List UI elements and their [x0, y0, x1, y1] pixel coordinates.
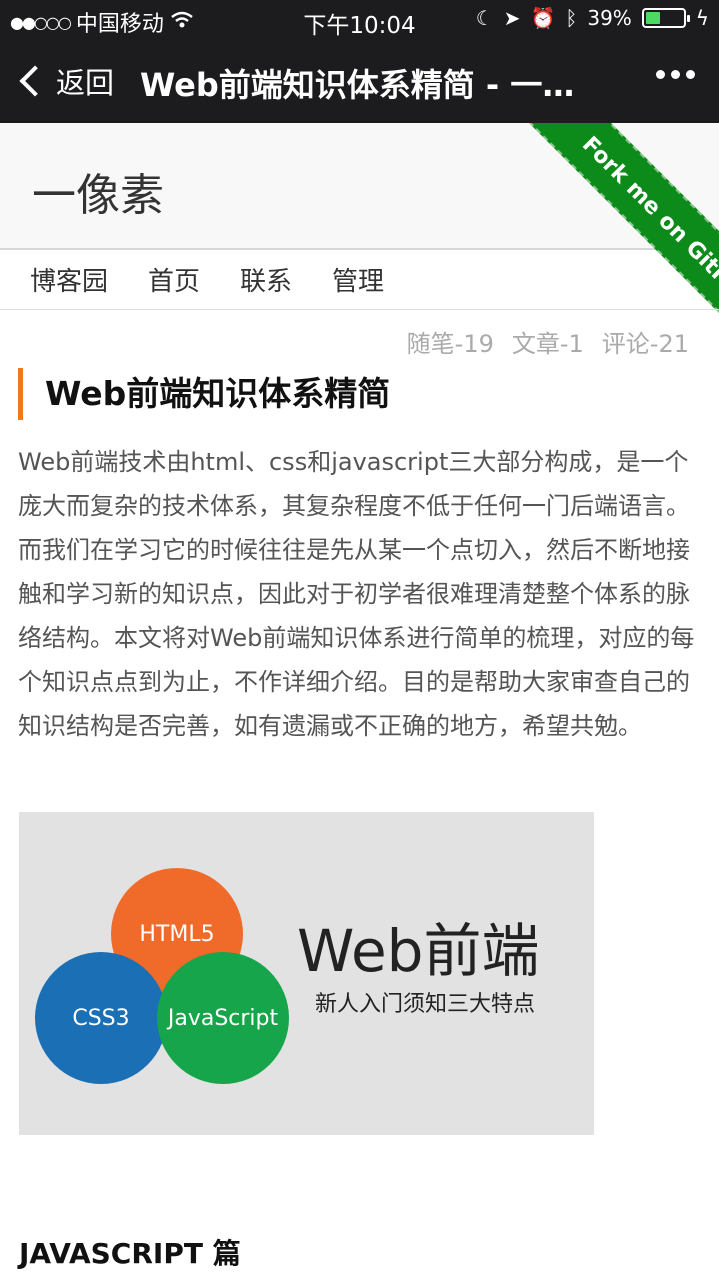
article-title[interactable]: Web前端知识体系精简: [18, 368, 390, 420]
back-button[interactable]: 返回: [18, 60, 114, 102]
section-heading: JAVASCRIPT 篇: [19, 1237, 241, 1270]
page-title: Web前端知识体系精简 - 一…: [140, 66, 575, 104]
banner-title: Web前端: [297, 917, 540, 985]
battery-icon: [641, 8, 690, 28]
status-bar: ●●○○○ 中国移动 下午10:04 ☾ ➤ ⏰ ᛒ 39% ϟ: [0, 0, 719, 40]
banner-subtitle: 新人入门须知三大特点: [315, 992, 536, 1017]
site-nav-cnblogs[interactable]: 博客园: [30, 261, 108, 298]
bluetooth-icon: ᛒ: [565, 6, 578, 30]
alarm-icon: ⏰: [530, 6, 556, 30]
blog-stats: 随笔-19 文章-1 评论-21: [407, 324, 689, 359]
status-right: ☾ ➤ ⏰ ᛒ 39% ϟ: [476, 6, 709, 30]
more-dot-icon: [686, 70, 695, 79]
javascript-circle: JavaScript: [157, 952, 289, 1084]
battery-percent: 39%: [587, 6, 632, 30]
more-dot-icon: [671, 70, 680, 79]
article-banner-image: HTML5 CSS3 JavaScript Web前端 新人入门须知三大特点: [19, 812, 594, 1135]
site-nav-manage[interactable]: 管理: [332, 261, 384, 298]
css3-circle: CSS3: [35, 952, 167, 1084]
site-name[interactable]: 一像素: [32, 159, 164, 223]
chevron-left-icon: [19, 65, 51, 97]
moon-icon: ☾: [475, 6, 494, 30]
charging-icon: ϟ: [695, 6, 709, 30]
back-label: 返回: [56, 66, 115, 100]
site-nav-home[interactable]: 首页: [148, 261, 200, 298]
battery-level: [645, 12, 660, 24]
nav-bar: 返回 Web前端知识体系精简 - 一…: [0, 40, 719, 123]
stat-comments: 评论-21: [601, 330, 689, 358]
more-dot-icon: [656, 70, 665, 79]
location-arrow-icon: ➤: [503, 6, 521, 30]
stat-posts: 随笔-19: [406, 330, 494, 358]
site-nav: 博客园 首页 联系 管理: [0, 250, 719, 310]
article-body: Web前端技术由html、css和javascript三大部分构成，是一个庞大而…: [18, 448, 695, 740]
stat-articles: 文章-1: [511, 330, 584, 358]
more-button[interactable]: [656, 70, 695, 79]
site-nav-contact[interactable]: 联系: [240, 261, 292, 298]
